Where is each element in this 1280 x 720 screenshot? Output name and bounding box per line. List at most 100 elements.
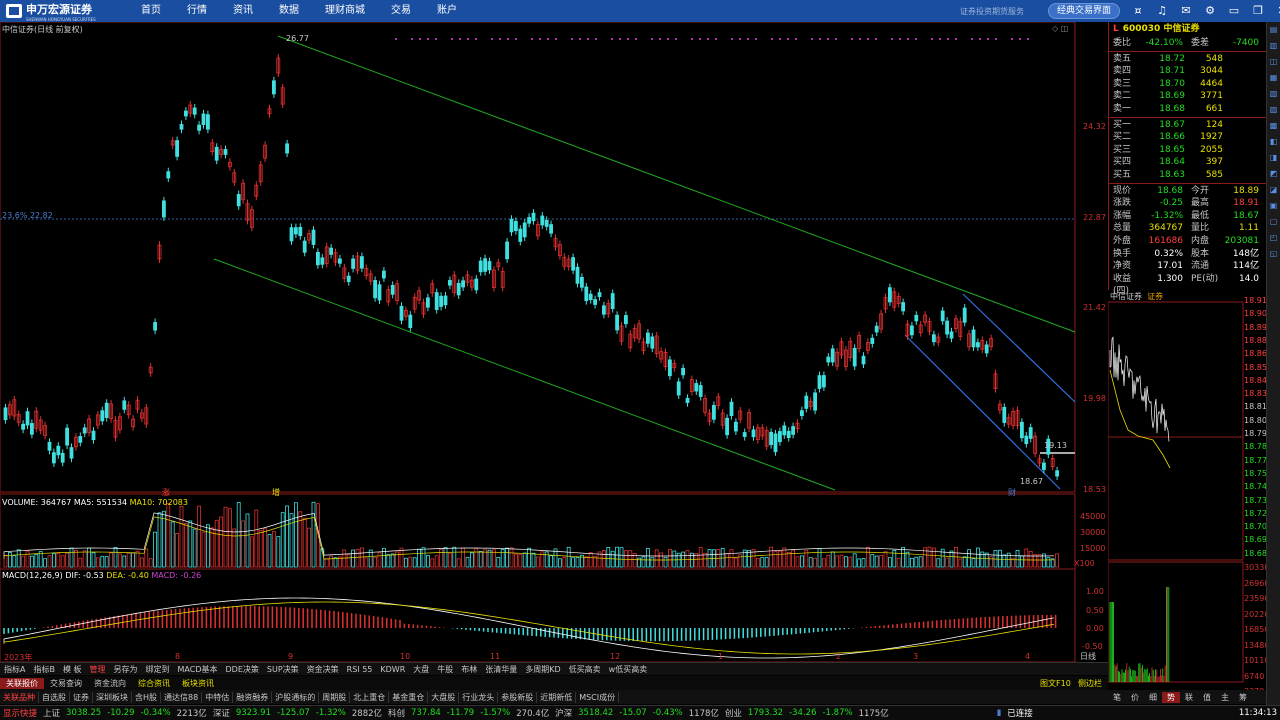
tool-icon[interactable]: ◫: [1267, 54, 1280, 70]
sell-row[interactable]: 卖一 18.68 661: [1109, 103, 1266, 116]
buy-row[interactable]: 买三 18.65 2055: [1109, 144, 1266, 157]
sell-row[interactable]: 卖五 18.72 548: [1109, 53, 1266, 66]
candle-body: [531, 212, 536, 222]
nav-item[interactable]: 行情: [174, 0, 220, 22]
indicator-tab[interactable]: 指标B: [29, 664, 59, 675]
info-tab[interactable]: 关联报价: [0, 677, 44, 689]
sector-tab[interactable]: 北上重仓: [350, 691, 390, 703]
minimize-icon[interactable]: ▭: [1226, 3, 1242, 19]
sector-tab[interactable]: 关联品种: [0, 691, 39, 703]
sector-tab[interactable]: 含H股: [132, 691, 162, 703]
indicator-tab[interactable]: RSI 55: [343, 665, 377, 674]
tool-icon[interactable]: ▢: [1267, 214, 1280, 230]
nav-item[interactable]: 交易: [378, 0, 424, 22]
indicator-tab[interactable]: SUP决策: [263, 664, 303, 675]
indicator-tab[interactable]: 模 板: [59, 664, 86, 675]
indicator-tab[interactable]: DDE决策: [222, 664, 263, 675]
indicator-tab[interactable]: 张清华量: [481, 664, 521, 675]
candle-body: [813, 392, 817, 411]
sell-row[interactable]: 卖三 18.70 4464: [1109, 78, 1266, 91]
indicator-tab[interactable]: 牛股: [433, 664, 457, 675]
tool-icon[interactable]: ◪: [1267, 182, 1280, 198]
sector-tab[interactable]: 融资融券: [233, 691, 273, 703]
nav-item[interactable]: 账户: [424, 0, 470, 22]
sector-tab[interactable]: 证券: [70, 691, 93, 703]
info-tab[interactable]: 板块资讯: [176, 678, 220, 689]
mini-price-tick: 18.84: [1244, 375, 1267, 385]
candle-body: [588, 293, 593, 301]
tool-icon[interactable]: ◩: [1267, 166, 1280, 182]
indicator-tab[interactable]: 大盘: [409, 664, 433, 675]
sector-tab[interactable]: MSCI成份: [576, 691, 620, 703]
mini-tab[interactable]: 价: [1126, 692, 1144, 703]
tool-icon[interactable]: ◰: [1267, 230, 1280, 246]
tool-icon[interactable]: ◱: [1267, 246, 1280, 262]
sell-row[interactable]: 卖四 18.71 3044: [1109, 65, 1266, 78]
sector-tab[interactable]: 自选股: [39, 691, 70, 703]
sidebar-link[interactable]: 侧边栏: [1078, 678, 1102, 689]
info-tab[interactable]: 综合资讯: [132, 678, 176, 689]
nav-item[interactable]: 首页: [128, 0, 174, 22]
indicator-tab[interactable]: 另存为: [110, 664, 142, 675]
gear-icon[interactable]: ⚙: [1202, 3, 1218, 19]
sector-tab[interactable]: 沪股通标的: [272, 691, 320, 703]
tool-icon[interactable]: ▩: [1267, 118, 1280, 134]
buy-row[interactable]: 买二 18.66 1927: [1109, 131, 1266, 144]
sector-tab[interactable]: 行业龙头: [459, 691, 499, 703]
nav-item[interactable]: 资讯: [220, 0, 266, 22]
sell-row[interactable]: 卖二 18.69 3771: [1109, 90, 1266, 103]
indicator-tab[interactable]: 布林: [457, 664, 481, 675]
tool-icon[interactable]: ◧: [1267, 134, 1280, 150]
sector-tab[interactable]: 深圳板块: [93, 691, 132, 703]
tool-icon[interactable]: ▦: [1267, 70, 1280, 86]
mini-tab[interactable]: 筹: [1234, 692, 1252, 703]
sector-tab[interactable]: 大盘股: [428, 691, 460, 703]
mini-tab[interactable]: 势: [1162, 691, 1180, 703]
restore-icon[interactable]: ❐: [1250, 3, 1266, 19]
kline-chart-area[interactable]: 中信证券(日线 前复权) ◇ ◫ 26.77 18.67 19.13 23.6%…: [0, 22, 1108, 662]
tool-icon[interactable]: ▤: [1267, 22, 1280, 38]
mini-tab[interactable]: 主: [1216, 692, 1234, 703]
indicator-tab[interactable]: 指标A: [0, 664, 29, 675]
tool-icon[interactable]: ▥: [1267, 38, 1280, 54]
f10-link[interactable]: 图文F10: [1040, 678, 1071, 689]
tool-icon[interactable]: ▨: [1267, 102, 1280, 118]
tool-icon[interactable]: ▣: [1267, 198, 1280, 214]
mini-tab[interactable]: 细: [1144, 692, 1162, 703]
nav-item[interactable]: 数据: [266, 0, 312, 22]
sector-tab[interactable]: 通达信88: [161, 691, 203, 703]
shortcut-label[interactable]: 显示快捷: [0, 707, 40, 719]
indicator-tab[interactable]: 绑定到: [142, 664, 174, 675]
mini-tab[interactable]: 笔: [1108, 692, 1126, 703]
indicator-tab[interactable]: 管理: [86, 664, 110, 675]
sector-tab[interactable]: 中特估: [202, 691, 234, 703]
intraday-mini-chart[interactable]: 中信证券 证券 18.91 18.90 18.89 18.88 18.86 18.85 18…: [1107, 290, 1269, 696]
indicator-tab[interactable]: 资金决策: [303, 664, 343, 675]
buy-row[interactable]: 买四 18.64 397: [1109, 156, 1266, 169]
close-icon[interactable]: ✕: [1274, 3, 1280, 19]
indicator-tab[interactable]: 多周期KD: [521, 664, 564, 675]
tool-icon[interactable]: ◨: [1267, 150, 1280, 166]
sector-tab[interactable]: 周期股: [319, 691, 351, 703]
chart-settings-icon[interactable]: ◇ ◫: [1052, 24, 1068, 33]
sector-tab[interactable]: 近期新低: [537, 691, 577, 703]
money-icon[interactable]: ¤: [1130, 3, 1146, 19]
mini-tab[interactable]: 值: [1198, 692, 1216, 703]
info-tab[interactable]: 交易查询: [44, 678, 88, 689]
indicator-tab[interactable]: 低买高卖: [565, 664, 605, 675]
classic-trade-button[interactable]: 经典交易界面: [1048, 3, 1120, 19]
indicator-tab[interactable]: w低买高卖: [605, 664, 652, 675]
buy-row[interactable]: 买五 18.63 585: [1109, 169, 1266, 182]
mail-icon[interactable]: ✉: [1178, 3, 1194, 19]
sector-tab[interactable]: 基金重仓: [389, 691, 429, 703]
tool-icon[interactable]: ▧: [1267, 86, 1280, 102]
info-tab[interactable]: 资金流向: [88, 678, 132, 689]
buy-row[interactable]: 买一 18.67 124: [1109, 119, 1266, 132]
indicator-tab[interactable]: MACD基本: [174, 664, 222, 675]
headset-icon[interactable]: ♫: [1154, 3, 1170, 19]
mini-tab[interactable]: 联: [1180, 692, 1198, 703]
sector-tab[interactable]: 参股新股: [498, 691, 538, 703]
nav-item[interactable]: 理财商城: [312, 0, 378, 22]
period-label[interactable]: 日线: [1080, 651, 1096, 662]
indicator-tab[interactable]: KDWR: [376, 665, 409, 674]
